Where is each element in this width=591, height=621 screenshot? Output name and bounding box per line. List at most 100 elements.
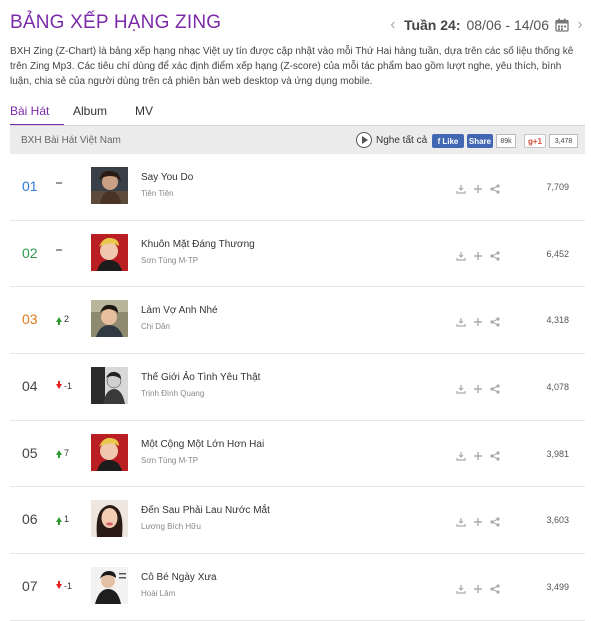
song-thumbnail[interactable]	[91, 167, 128, 204]
song-thumbnail[interactable]	[91, 367, 128, 405]
week-navigator: ‹ Tuần 24: 08/06 - 14/06 ›	[388, 14, 585, 36]
row-actions	[456, 314, 500, 327]
song-title[interactable]: Thế Giới Ảo Tình Yêu Thật	[141, 372, 260, 383]
song-thumbnail[interactable]	[91, 567, 128, 605]
rank-change-value: 1	[64, 514, 70, 525]
download-icon[interactable]	[456, 381, 466, 394]
add-icon[interactable]	[473, 381, 483, 394]
rank-number: 07	[22, 578, 38, 595]
share-icon[interactable]	[490, 448, 500, 461]
rank-down-icon	[56, 580, 62, 589]
rank-number: 02	[22, 244, 38, 261]
table-row: 05 7 Một Cộng Một Lớn Hơn Hai Sơn Tùng M…	[10, 421, 585, 488]
rank-up-icon	[56, 316, 62, 325]
artist-name[interactable]: Tiên Tiên	[141, 189, 174, 198]
rank-change	[56, 181, 62, 184]
song-thumbnail[interactable]	[91, 300, 128, 338]
facebook-icon: f	[437, 136, 441, 146]
artist-name[interactable]: Sơn Tùng M-TP	[141, 456, 198, 465]
play-icon	[356, 132, 372, 148]
artist-name[interactable]: Hoài Lâm	[141, 589, 175, 598]
play-all-button[interactable]: Nghe tất cả	[356, 132, 427, 148]
rank-change-value: 2	[64, 314, 70, 325]
song-title[interactable]: Đến Sau Phải Lau Nước Mắt	[141, 505, 270, 516]
no-change-icon	[56, 248, 62, 251]
rank-change	[56, 248, 62, 251]
song-title[interactable]: Khuôn Mặt Đáng Thương	[141, 239, 255, 250]
rank-up-icon	[56, 516, 62, 525]
share-icon[interactable]	[490, 181, 500, 194]
facebook-count: 89k	[496, 134, 516, 148]
add-icon[interactable]	[473, 248, 483, 260]
table-row: 01 Say You Do Tiên Tiên 7,709	[10, 154, 585, 221]
download-icon[interactable]	[456, 314, 466, 327]
listen-count: 3,981	[546, 448, 569, 459]
google-plus-button[interactable]: g+1	[524, 134, 546, 148]
row-actions	[456, 448, 500, 461]
rank-change: 1	[56, 514, 70, 525]
rank-change: 2	[56, 314, 70, 325]
share-icon[interactable]	[490, 381, 500, 394]
listen-count: 6,452	[546, 248, 569, 259]
facebook-like-label: Like	[442, 136, 459, 146]
google-plus-count: 3,478	[549, 134, 578, 148]
tab-songs[interactable]: Bài Hát	[10, 104, 64, 126]
rank-change-value: 7	[64, 447, 70, 458]
calendar-icon[interactable]	[555, 18, 569, 32]
song-title[interactable]: Làm Vợ Anh Nhé	[141, 305, 218, 316]
row-actions	[456, 248, 500, 261]
share-icon[interactable]	[490, 248, 500, 261]
rank-down-icon	[56, 380, 62, 389]
week-label: Tuần 24:	[403, 17, 461, 33]
week-range: 08/06 - 14/06	[466, 17, 549, 33]
row-actions	[456, 514, 500, 528]
table-row: 04 -1 Thế Giới Ảo Tình Yêu Thật Trịnh Đì…	[10, 354, 585, 421]
rank-number: 03	[22, 311, 38, 328]
song-thumbnail[interactable]	[91, 500, 128, 538]
row-actions	[456, 581, 500, 594]
add-icon[interactable]	[473, 581, 483, 594]
artist-name[interactable]: Chi Dân	[141, 322, 170, 331]
facebook-like-button[interactable]: f Like	[432, 134, 464, 148]
table-row: 02 Khuôn Mặt Đáng Thương Sơn Tùng M-TP 6…	[10, 221, 585, 288]
share-icon[interactable]	[490, 314, 500, 327]
tab-album[interactable]: Album	[64, 104, 126, 126]
rank-number: 06	[22, 511, 38, 528]
chart-section-title: BXH Bài Hát Việt Nam	[21, 135, 121, 146]
song-title[interactable]: Cô Bé Ngày Xưa	[141, 572, 217, 583]
listen-count: 4,078	[546, 382, 569, 393]
artist-name[interactable]: Trịnh Đình Quang	[141, 389, 204, 398]
rank-change: -1	[56, 580, 72, 591]
listen-count: 4,318	[546, 315, 569, 326]
artist-name[interactable]: Sơn Tùng M-TP	[141, 256, 198, 265]
download-icon[interactable]	[456, 181, 466, 194]
add-icon[interactable]	[473, 448, 483, 460]
tab-mv[interactable]: MV	[126, 104, 166, 126]
table-row: 06 1 Đến Sau Phải Lau Nước Mắt Lương Bíc…	[10, 487, 585, 555]
rank-change: -1	[56, 380, 73, 392]
table-row: 03 2 Làm Vợ Anh Nhé Chi Dân 4,318	[10, 287, 585, 355]
add-icon[interactable]	[473, 314, 483, 327]
chevron-left-icon[interactable]: ‹	[388, 16, 398, 34]
listen-count: 7,709	[546, 182, 569, 192]
song-title[interactable]: Một Cộng Một Lớn Hơn Hai	[141, 439, 264, 450]
artist-name[interactable]: Lương Bích Hữu	[141, 522, 201, 531]
download-icon[interactable]	[456, 448, 466, 461]
add-icon[interactable]	[473, 181, 483, 193]
song-title[interactable]: Say You Do	[141, 172, 193, 183]
rank-change-value: -1	[64, 381, 73, 392]
rank-number: 05	[22, 444, 38, 461]
song-thumbnail[interactable]	[91, 433, 128, 471]
table-row: 07 -1 Cô Bé Ngày Xưa Hoài Lâm 3,499	[10, 554, 585, 621]
no-change-icon	[56, 182, 62, 184]
rank-change: 7	[56, 447, 70, 459]
share-icon[interactable]	[490, 514, 500, 528]
share-icon[interactable]	[490, 581, 500, 594]
add-icon[interactable]	[473, 514, 483, 527]
download-icon[interactable]	[456, 248, 466, 261]
download-icon[interactable]	[456, 581, 466, 594]
facebook-share-button[interactable]: Share	[467, 134, 493, 148]
download-icon[interactable]	[456, 514, 466, 528]
song-thumbnail[interactable]	[91, 233, 128, 271]
chevron-right-icon[interactable]: ›	[575, 16, 585, 34]
